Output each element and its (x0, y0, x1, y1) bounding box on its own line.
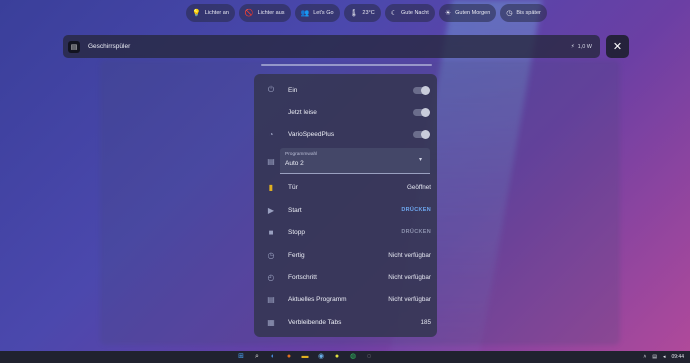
moon-icon: ☾ (390, 9, 397, 17)
close-icon: ✕ (612, 41, 623, 53)
chip-label: Guten Morgen (455, 10, 491, 16)
row-label: Fortschritt (288, 273, 317, 281)
stop-press-button[interactable]: DRÜCKEN (401, 229, 431, 235)
sun-icon: ☀ (444, 9, 452, 17)
clock-text[interactable]: 09:44 (671, 354, 684, 360)
progress-icon: ◴ (267, 272, 275, 282)
program-select[interactable]: Programmwahl Auto 2 ▾ (280, 148, 430, 174)
power-reading: ⚡ 1,0 W (571, 44, 592, 50)
dishwasher-icon: ▤ (68, 40, 80, 53)
start-press-button[interactable]: DRÜCKEN (401, 207, 431, 213)
chip-lichter-an[interactable]: 💡 Lichter an (186, 4, 235, 22)
row-label: Jetzt leise (288, 108, 317, 116)
row-value: Geöffnet (406, 183, 431, 191)
row-stopp: ■ Stopp DRÜCKEN (254, 221, 437, 243)
chip-lets-go[interactable]: 👥 Let's Go (294, 4, 340, 22)
tabs-icon: ▦ (267, 317, 275, 327)
power-value: 1,0 W (577, 43, 592, 50)
chip-label: Lichter an (204, 10, 229, 16)
taskbar-apps: ⊞ ⌕ ◐ ● ▬ ◉ ● ◍ ◌ (236, 352, 374, 362)
chip-label: Lichter aus (257, 10, 285, 16)
row-variospeedplus[interactable]: ◔ VarioSpeedPlus (254, 123, 437, 145)
dishwasher-icon: ▤ (267, 157, 275, 166)
panel-drag-handle (261, 64, 432, 66)
entities-panel: ⏻ Ein Jetzt leise ◔ VarioSpeedPlus ▤ Pro… (254, 74, 437, 337)
search-icon[interactable]: ⌕ (252, 352, 262, 362)
system-tray: ˄ ▤ ◂ 09:44 (643, 351, 684, 363)
steam-icon[interactable]: ◉ (316, 352, 326, 362)
windows-start-icon[interactable]: ⊞ (236, 352, 246, 362)
row-jetzt-leise[interactable]: Jetzt leise (254, 101, 437, 123)
speedometer-icon: ◔ (268, 129, 274, 139)
row-label: Stopp (288, 228, 305, 236)
chip-label: 23°C (362, 10, 375, 16)
group-icon: 👥 (300, 9, 310, 17)
edge-icon[interactable]: ◐ (268, 352, 278, 362)
network-icon[interactable]: ▤ (652, 354, 657, 360)
select-value: Auto 2 (285, 160, 304, 167)
chip-label: Bis später (516, 10, 541, 16)
row-programmwahl: ▤ Programmwahl Auto 2 ▾ (254, 148, 437, 174)
row-tuer: ▮ Tür Geöffnet (254, 176, 437, 198)
row-value: Nicht verfügbar (388, 273, 431, 281)
whatsapp-icon[interactable]: ◍ (348, 352, 358, 362)
bolt-icon: ⚡ (570, 43, 575, 50)
firefox-icon[interactable]: ● (284, 352, 294, 362)
row-value: Nicht verfügbar (388, 295, 431, 303)
row-value: 185 (420, 318, 431, 326)
chip-guten-morgen[interactable]: ☀ Guten Morgen (438, 4, 497, 22)
chip-label: Let's Go (313, 10, 334, 16)
dishwasher-icon: ▤ (267, 294, 275, 304)
scene-chips: 💡 Lichter an 🚫 Lichter aus 👥 Let's Go 🌡 … (186, 4, 547, 22)
chip-temperature[interactable]: 🌡 23°C (343, 4, 381, 22)
history-icon: ◷ (267, 250, 275, 260)
clock-icon: ◷ (506, 9, 513, 17)
taskbar: ⊞ ⌕ ◐ ● ▬ ◉ ● ◍ ◌ ˄ ▤ ◂ 09:44 (0, 351, 690, 363)
door-icon: ▮ (268, 182, 274, 192)
volume-icon[interactable]: ◂ (663, 354, 666, 360)
power-icon: ⏻ (267, 85, 275, 94)
chip-lichter-aus[interactable]: 🚫 Lichter aus (238, 4, 291, 22)
toggle-switch[interactable] (413, 129, 430, 139)
row-label: Tür (288, 183, 298, 191)
lightbulb-off-icon: 🚫 (244, 9, 254, 17)
row-verbleibende-tabs: ▦ Verbleibende Tabs 185 (254, 311, 437, 333)
row-fertig: ◷ Fertig Nicht verfügbar (254, 244, 437, 266)
chevron-down-icon: ▾ (418, 157, 422, 163)
row-label: Aktuelles Programm (288, 295, 347, 303)
row-start: ▶ Start DRÜCKEN (254, 199, 437, 221)
select-label: Programmwahl (285, 152, 318, 157)
chip-label: Gute Nacht (401, 10, 429, 16)
row-aktuelles-programm: ▤ Aktuelles Programm Nicht verfügbar (254, 288, 437, 310)
folder-icon[interactable]: ▬ (300, 352, 310, 362)
row-label: Verbleibende Tabs (288, 318, 342, 326)
play-icon: ▶ (267, 205, 275, 215)
row-label: Start (288, 206, 302, 214)
chevron-up-icon[interactable]: ˄ (643, 354, 646, 360)
stop-icon: ■ (268, 227, 274, 237)
row-label: Ein (288, 86, 298, 94)
row-value: Nicht verfügbar (388, 251, 431, 259)
chip-gute-nacht[interactable]: ☾ Gute Nacht (384, 4, 435, 22)
lightbulb-icon: 💡 (192, 9, 201, 17)
chip-bis-spaeter[interactable]: ◷ Bis später (500, 4, 547, 22)
app-icon[interactable]: ◌ (364, 352, 374, 362)
dialog-title: Geschirrspüler (88, 43, 131, 50)
row-ein[interactable]: ⏻ Ein (254, 79, 437, 101)
app-icon[interactable]: ● (332, 352, 342, 362)
close-button[interactable]: ✕ (606, 35, 629, 58)
row-label: Fertig (288, 251, 305, 259)
dialog-header: ▤ Geschirrspüler ⚡ 1,0 W (63, 35, 600, 58)
toggle-switch[interactable] (413, 107, 430, 117)
toggle-switch[interactable] (413, 85, 430, 95)
thermometer-icon: 🌡 (349, 9, 359, 17)
row-label: VarioSpeedPlus (288, 130, 335, 138)
row-fortschritt: ◴ Fortschritt Nicht verfügbar (254, 266, 437, 288)
